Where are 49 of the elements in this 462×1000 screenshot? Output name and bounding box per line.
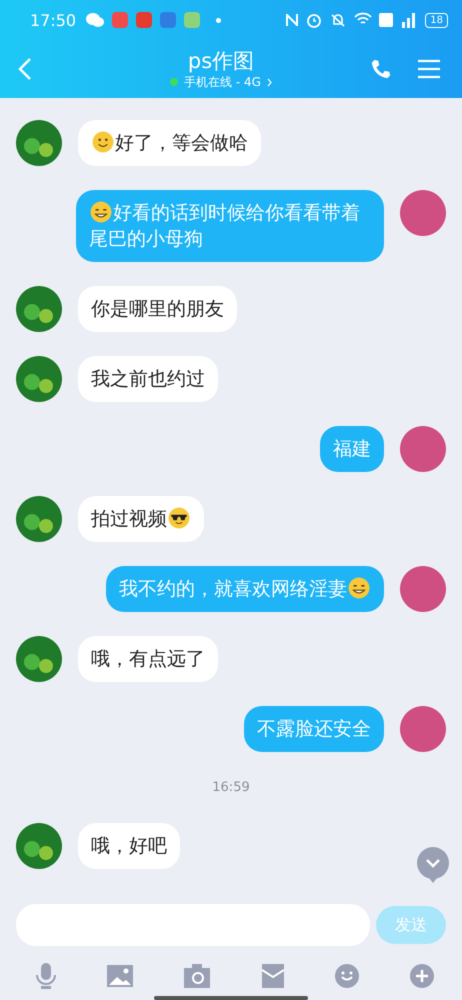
message-bubble: 我不约的，就喜欢网络淫妻 [106,566,384,612]
camera-icon[interactable] [184,964,210,988]
envelope-icon[interactable] [262,964,284,988]
message-bubble: 我之前也约过 [78,356,218,402]
smile-emoji-icon [92,131,114,153]
message-bubble: 不露脸还安全 [244,706,384,752]
alarm-icon [306,12,322,28]
timestamp: 16:59 [212,780,250,795]
presence-status[interactable]: 手机在线 - 4G [184,74,261,90]
grin-emoji-icon [348,577,370,599]
avatar-icon[interactable] [16,823,62,869]
message-bubble: 好看的话到时候给你看看带着尾巴的小母狗 [76,190,384,262]
message-bubble: 哦，好吧 [78,823,180,869]
avatar-icon[interactable] [400,566,446,612]
battery-indicator: 18 [425,12,448,28]
app-icon [184,12,200,28]
microphone-icon[interactable] [36,963,56,989]
phone-icon[interactable] [370,58,392,80]
avatar-icon[interactable] [16,356,62,402]
nfc-icon [285,12,300,28]
smiley-icon[interactable] [334,964,359,988]
app-icon [112,12,128,28]
scroll-down-icon[interactable] [416,846,450,884]
status-time: 17:50 [30,10,76,30]
sunglasses-emoji-icon [168,507,190,529]
chat-title: ps作图 [188,48,254,74]
avatar-icon[interactable] [16,496,62,542]
app-icon [160,12,176,28]
avatar-icon[interactable] [16,286,62,332]
app-icon [136,12,152,28]
image-icon[interactable] [107,965,134,987]
plus-icon[interactable] [410,964,434,988]
avatar-icon[interactable] [16,120,62,166]
message-bubble: 好了，等会做哈 [78,120,261,166]
grin-emoji-icon [90,201,112,223]
message-bubble: 你是哪里的朋友 [78,286,237,332]
avatar-icon[interactable] [400,426,446,472]
menu-icon[interactable] [418,59,440,79]
chat-app-icon [86,12,104,28]
message-bubble: 哦，有点远了 [78,636,218,682]
back-icon[interactable] [18,57,32,81]
message-bubble: 拍过视频 [78,496,204,542]
chevron-right-icon[interactable] [266,78,272,86]
avatar-icon[interactable] [400,706,446,752]
mute-icon [329,12,348,28]
message-bubble: 福建 [320,426,384,472]
avatar-icon[interactable] [400,190,446,236]
notification-dot-icon [216,18,222,22]
avatar-icon[interactable] [16,636,62,682]
